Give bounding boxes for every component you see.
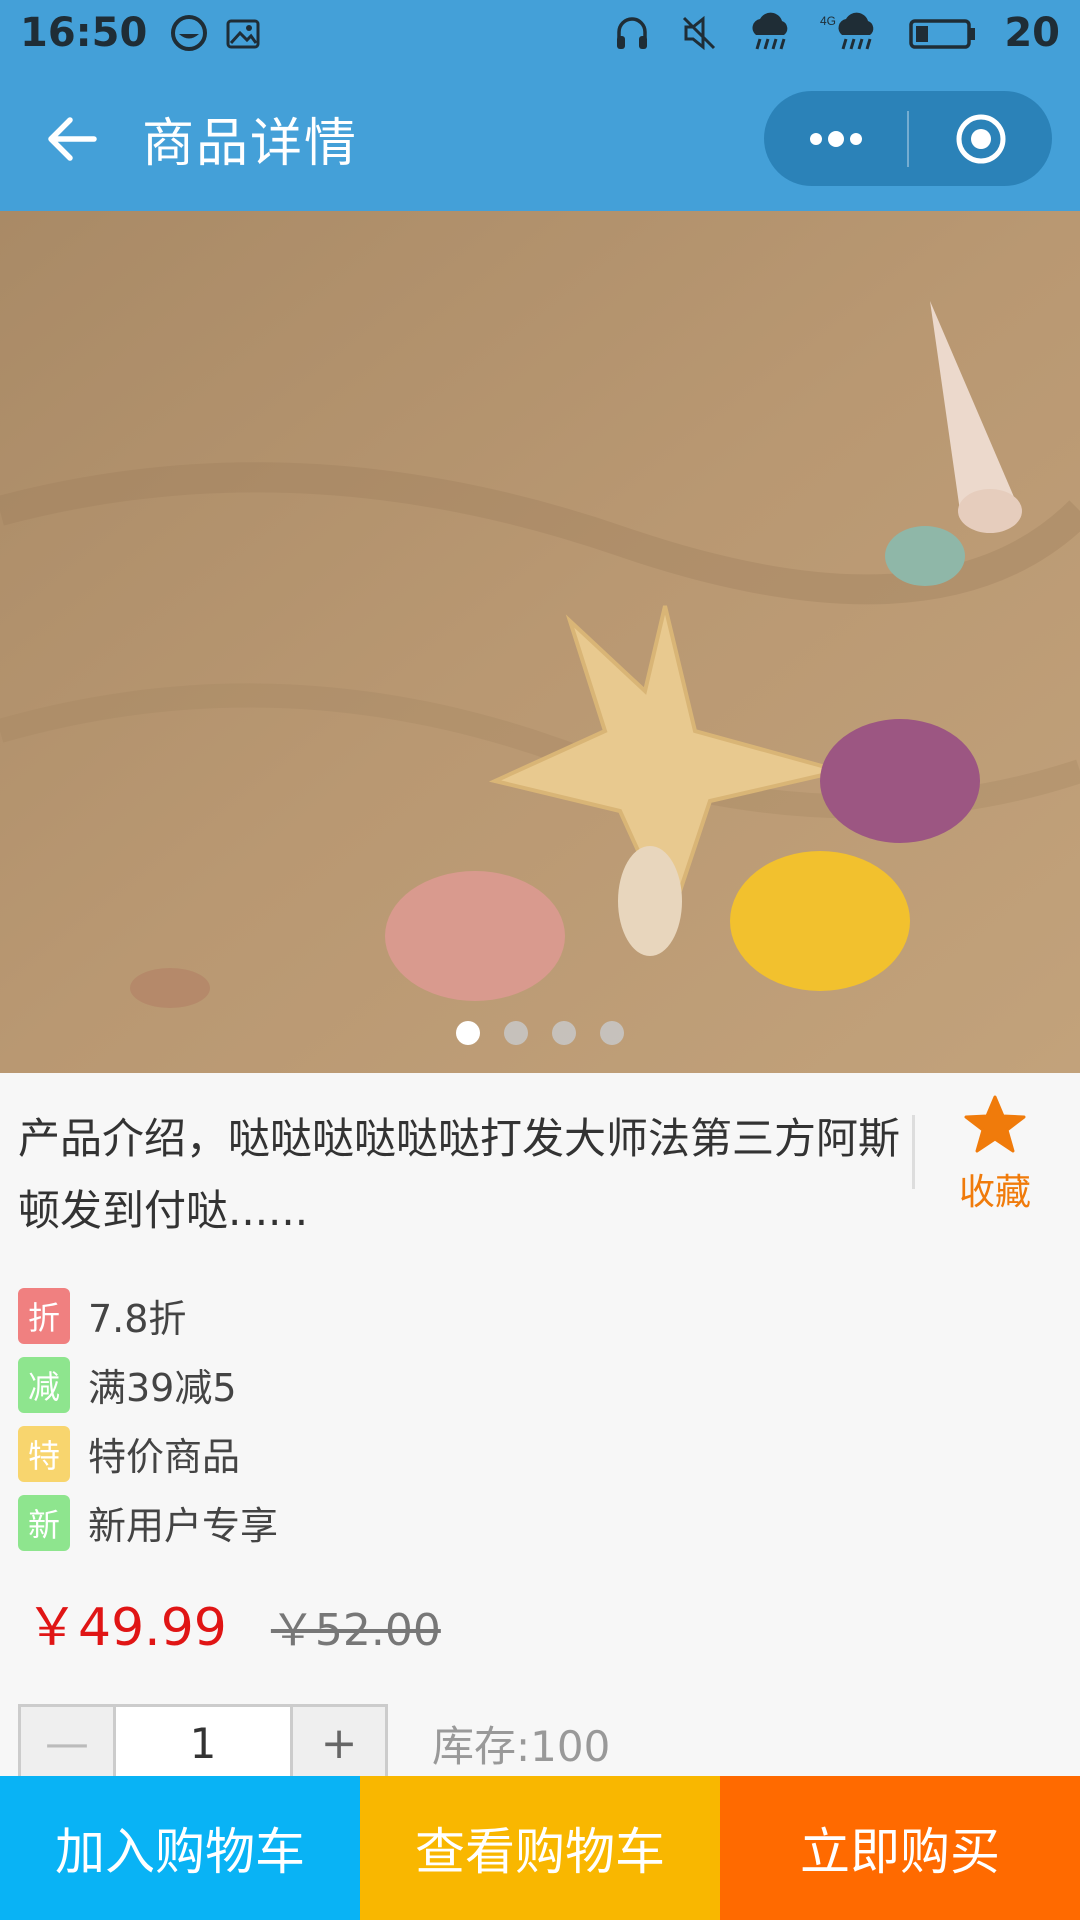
page-title: 商品详情 <box>142 114 359 174</box>
target-icon <box>956 114 1005 163</box>
svg-text:4G: 4G <box>820 14 836 28</box>
status-bar: 16:50 4G 20 <box>0 0 1080 66</box>
rain-icon <box>752 12 788 50</box>
product-info: 产品介绍，哒哒哒哒哒哒打发大师法第三方阿斯顿发到付哒...... 收藏 折 7.… <box>0 1073 1080 1782</box>
favorite-button[interactable]: 收藏 <box>925 1093 1065 1215</box>
promo-text: 特价商品 <box>88 1435 241 1479</box>
promo-tag: 减 满39减5 <box>18 1350 1062 1419</box>
image-icon <box>226 19 260 49</box>
decrease-quantity-button[interactable]: — <box>21 1707 113 1779</box>
carousel-dot[interactable] <box>456 1021 480 1045</box>
promo-tag: 折 7.8折 <box>18 1281 1062 1350</box>
promo-tag: 新 新用户专享 <box>18 1488 1062 1557</box>
carousel-dot[interactable] <box>552 1021 576 1045</box>
mute-icon <box>683 15 716 51</box>
promo-badge: 新 <box>18 1494 70 1551</box>
promo-text: 7.8折 <box>88 1297 187 1341</box>
status-time: 16:50 <box>20 10 148 56</box>
star-icon <box>964 1095 1026 1153</box>
more-dots-icon <box>809 130 862 147</box>
quantity-input[interactable]: 1 <box>113 1707 293 1779</box>
mini-program-capsule <box>764 91 1052 186</box>
favorite-divider: 收藏 <box>912 1095 1062 1213</box>
carousel-indicators <box>0 1021 1080 1045</box>
original-price: ￥52.00 <box>270 1605 441 1656</box>
promo-tag: 特 特价商品 <box>18 1419 1062 1488</box>
carousel-dot[interactable] <box>600 1021 624 1045</box>
bottom-action-bar: 加入购物车 查看购物车 立即购买 <box>0 1776 1080 1920</box>
current-price: ￥49.99 <box>26 1598 227 1658</box>
battery-icon <box>909 19 976 49</box>
wechat-icon <box>171 15 208 51</box>
promo-text: 新用户专享 <box>88 1504 279 1548</box>
carousel-dot[interactable] <box>504 1021 528 1045</box>
quantity-row: — 1 + 库存:100 <box>0 1660 1080 1782</box>
quantity-stepper: — 1 + <box>18 1704 388 1782</box>
product-image <box>0 211 1080 1073</box>
nav-bar: 商品详情 <box>0 66 1080 211</box>
promo-badge: 折 <box>18 1287 70 1344</box>
more-button[interactable] <box>764 91 907 186</box>
price-row: ￥49.99 ￥52.00 <box>0 1557 1080 1660</box>
status-right: 4G 20 <box>612 10 1060 56</box>
promo-tags: 折 7.8折 减 满39减5 特 特价商品 新 新用户专享 <box>0 1247 1080 1557</box>
battery-level: 20 <box>1004 10 1060 56</box>
buy-now-button[interactable]: 立即购买 <box>720 1776 1080 1920</box>
back-button[interactable] <box>12 66 132 211</box>
status-left-icons <box>169 13 263 53</box>
product-description: 产品介绍，哒哒哒哒哒哒打发大师法第三方阿斯顿发到付哒...... <box>18 1114 901 1235</box>
favorite-label: 收藏 <box>958 1172 1031 1213</box>
rain-icon: 4G <box>820 12 874 50</box>
headset-icon <box>617 17 648 49</box>
arrow-left-icon <box>48 116 97 161</box>
stock-count: 库存:100 <box>432 1721 611 1771</box>
increase-quantity-button[interactable]: + <box>293 1707 385 1779</box>
description-row: 产品介绍，哒哒哒哒哒哒打发大师法第三方阿斯顿发到付哒...... 收藏 <box>0 1073 1080 1247</box>
promo-text: 满39减5 <box>88 1366 237 1410</box>
product-image-carousel[interactable] <box>0 211 1080 1073</box>
add-to-cart-button[interactable]: 加入购物车 <box>0 1776 360 1920</box>
promo-badge: 特 <box>18 1425 70 1482</box>
close-mini-program-button[interactable] <box>909 91 1052 186</box>
view-cart-button[interactable]: 查看购物车 <box>360 1776 720 1920</box>
promo-badge: 减 <box>18 1356 70 1413</box>
